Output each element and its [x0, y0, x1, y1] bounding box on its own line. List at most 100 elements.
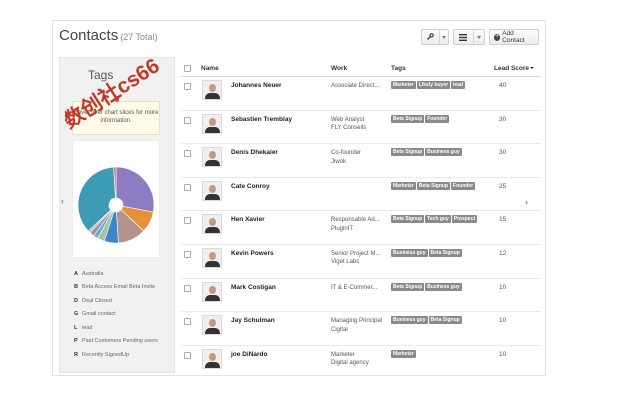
legend-key: R: [74, 351, 78, 358]
row-checkbox[interactable]: [184, 351, 191, 359]
tag-badge[interactable]: Beta Signup: [391, 148, 425, 157]
tag-badge[interactable]: Likely buyer: [416, 81, 451, 89]
legend-item[interactable]: Llead: [74, 321, 174, 335]
contact-name[interactable]: Kevin Powers: [231, 250, 274, 257]
legend-key: B: [74, 284, 78, 291]
legend-item[interactable]: G Gmail contact: [74, 308, 174, 322]
column-header-tags[interactable]: Tags: [391, 65, 406, 72]
contact-name[interactable]: joe DiNardo: [231, 351, 267, 358]
avatar: [202, 348, 222, 369]
row-checkbox[interactable]: [184, 150, 191, 158]
column-header-lead-score[interactable]: Lead Score: [494, 65, 535, 72]
legend-item[interactable]: D Deal Closed: [74, 294, 174, 308]
add-contact-button[interactable]: + Add Contact: [489, 29, 539, 45]
add-contact-label: Add Contact: [502, 30, 525, 44]
tag-badge[interactable]: Business guy: [425, 148, 462, 157]
contacts-table-body: Johannes Neuer Associate Direct... Markete…: [181, 77, 541, 375]
row-checkbox[interactable]: [184, 183, 191, 191]
chart-prev-arrow[interactable]: ‹: [61, 196, 64, 206]
contacts-panel: Contacts (27 Total) + Add Contact Tags Ho…: [52, 20, 546, 376]
table-row[interactable]: Sebastien Tremblay Web Analyst FLY Conseil…: [181, 111, 541, 145]
contact-tags: Beta Signup Business guy: [391, 148, 493, 158]
page-title: Contacts (27 Total): [59, 27, 158, 44]
lead-score: 10: [499, 350, 507, 358]
contact-name[interactable]: Hen Xavier: [231, 216, 265, 223]
lead-score: 40: [499, 82, 507, 89]
tag-badge[interactable]: Beta Signup: [391, 282, 425, 291]
tag-badge[interactable]: Marketer: [391, 349, 416, 358]
contact-name[interactable]: Mark Costigan: [231, 284, 276, 291]
table-row[interactable]: Jay Schulman Managing Principal Cigital Bus…: [181, 312, 541, 346]
legend-key: L: [74, 324, 78, 331]
column-header-name[interactable]: Name: [201, 65, 219, 72]
select-all-checkbox[interactable]: [184, 65, 191, 72]
tag-badge[interactable]: Founder: [425, 114, 450, 123]
tools-dropdown-button[interactable]: [421, 29, 449, 45]
contact-work: Marketer Digital agency: [331, 351, 387, 368]
tag-badge[interactable]: Beta Signup: [428, 316, 462, 325]
pie-slice[interactable]: [115, 166, 155, 213]
lead-score: 30: [499, 115, 507, 123]
tag-badge[interactable]: lead: [451, 81, 466, 89]
tag-badge[interactable]: Marketer: [391, 81, 416, 89]
column-header-work[interactable]: Work: [331, 65, 347, 72]
contact-work: Web Analyst FLY Conseils: [331, 116, 387, 133]
legend-key: D: [74, 297, 78, 304]
tag-badge[interactable]: Beta Signup: [416, 181, 451, 190]
table-row[interactable]: Kevin Powers Senior Project M... Viget Lab…: [181, 245, 541, 279]
contact-name[interactable]: Denis Dhekaier: [231, 149, 278, 156]
tag-badge[interactable]: Prospect: [451, 215, 478, 224]
tag-badge[interactable]: Business guy: [391, 248, 428, 257]
legend-label: Recently SignedUp: [82, 351, 130, 358]
contact-name[interactable]: Cate Conroy: [231, 183, 270, 190]
contact-name[interactable]: Johannes Neuer: [231, 82, 282, 89]
row-checkbox[interactable]: [184, 284, 191, 292]
work-line: Co-founder: [331, 150, 362, 157]
contact-tags: Marketer Beta Signup Founder: [391, 181, 493, 192]
tag-badge[interactable]: Beta Signup: [391, 215, 425, 224]
tag-badge[interactable]: Beta Signup: [428, 248, 462, 257]
tag-badge[interactable]: Business guy: [391, 316, 428, 325]
table-row[interactable]: joe DiNardo Marketer Digital agency Markete…: [181, 346, 541, 375]
hint-text: Hover over chart slices for more informa…: [73, 110, 159, 124]
legend-item[interactable]: R Recently SignedUp: [74, 348, 174, 362]
tag-badge[interactable]: Beta Signup: [391, 114, 425, 123]
contact-name[interactable]: Sebastien Tremblay: [231, 116, 292, 123]
row-checkbox[interactable]: [184, 250, 191, 258]
work-line: Web Analyst: [331, 116, 365, 123]
contact-tags: Beta Signup Founder: [391, 114, 493, 125]
tag-badge[interactable]: Founder: [451, 181, 476, 190]
legend-label: Paid Customers Pending users: [82, 338, 158, 345]
tag-badge[interactable]: Marketer: [391, 181, 416, 190]
legend-item[interactable]: A Australia: [74, 267, 174, 281]
table-row[interactable]: Johannes Neuer Associate Direct... Markete…: [181, 77, 541, 111]
tags-donut-chart[interactable]: [73, 141, 159, 257]
chart-hint: Hover over chart slices for more informa…: [72, 96, 160, 135]
row-checkbox[interactable]: [184, 318, 191, 326]
table-row[interactable]: Cate Conroy Marketer Beta Signup Founder 25: [181, 178, 541, 212]
table-row[interactable]: Denis Dhekaier Co-founder Jiwok Beta Signup…: [181, 144, 541, 178]
contact-work: Associate Direct...: [331, 82, 387, 91]
chevron-down-icon: [472, 30, 484, 44]
tags-legend: A Australia B Beta Access Email Beta Invite…: [74, 267, 174, 362]
legend-item[interactable]: P Paid Customers Pending users: [74, 335, 174, 349]
tags-chart-area: [72, 140, 160, 258]
table-row[interactable]: Hen Xavier Responsable Ad... PluginIT Beta …: [181, 211, 541, 245]
work-line: PluginIT: [331, 225, 354, 232]
legend-item[interactable]: B Beta Access Email Beta Invite: [74, 281, 174, 295]
table-row[interactable]: Mark Costigan IT & E-Commer... Beta Signup…: [181, 279, 541, 313]
row-checkbox[interactable]: [184, 116, 191, 124]
tags-title: Tags: [88, 68, 114, 82]
list-icon: [454, 30, 473, 44]
legend-label: Beta Access Email Beta Invite: [82, 284, 156, 291]
tag-badge[interactable]: Tech guy: [425, 215, 451, 224]
view-dropdown-button[interactable]: [453, 29, 485, 45]
tag-badge[interactable]: Business guy: [425, 282, 462, 291]
avatar: [202, 80, 222, 100]
legend-label: Deal Closed: [82, 297, 112, 304]
work-line: Cigital: [331, 326, 348, 333]
contact-name[interactable]: Jay Schulman: [231, 317, 275, 324]
work-line: Jiwok: [331, 158, 347, 165]
row-checkbox[interactable]: [184, 83, 191, 90]
row-checkbox[interactable]: [184, 217, 191, 225]
